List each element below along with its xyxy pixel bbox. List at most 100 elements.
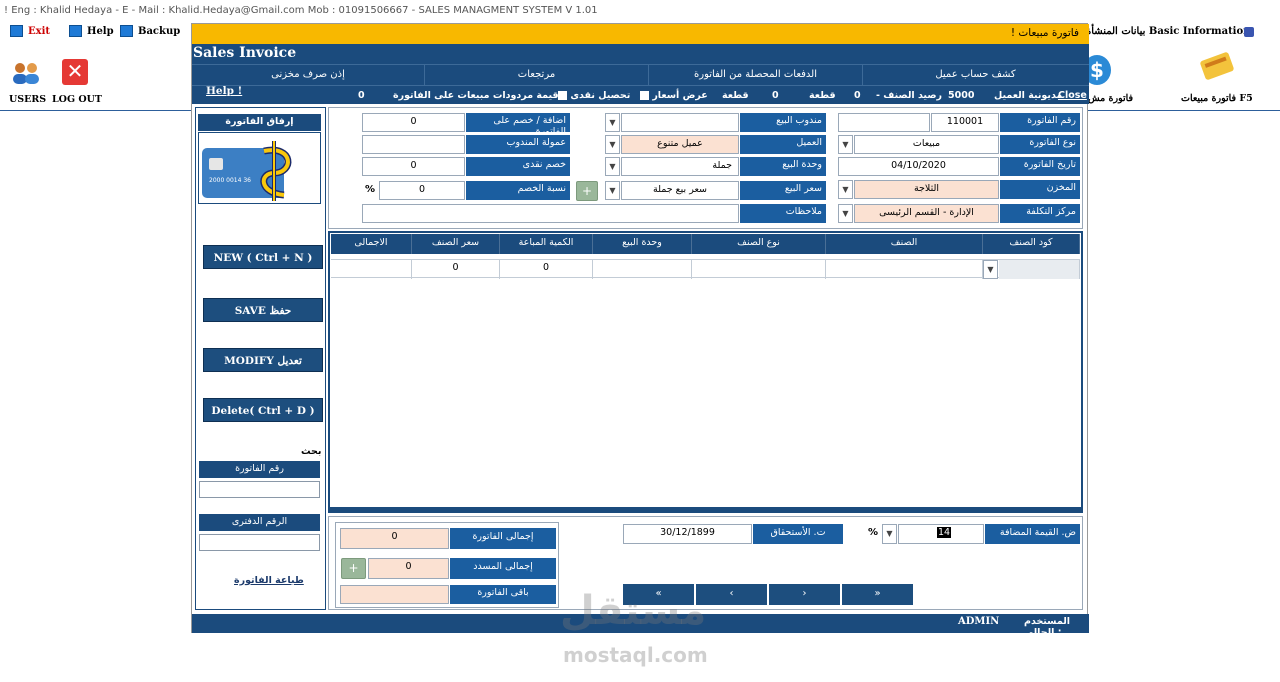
sale-price-label: سعر البيع bbox=[740, 181, 826, 200]
vat-value: 14 bbox=[937, 527, 952, 538]
close-link[interactable]: Close bbox=[1058, 90, 1087, 101]
cash-discount-label: خصم نقدى bbox=[466, 157, 570, 176]
paid-value[interactable]: 0 bbox=[368, 558, 449, 579]
returns-value: 0 bbox=[358, 90, 365, 101]
add-discount-input[interactable]: 0 bbox=[362, 113, 465, 132]
cell-total[interactable] bbox=[331, 260, 412, 279]
table-row[interactable]: ▼ 0 0 bbox=[331, 259, 1080, 279]
menu-backup[interactable]: Backup bbox=[120, 25, 180, 37]
rep-commission-input[interactable] bbox=[362, 135, 465, 154]
price-view-check[interactable]: عرض أسعار bbox=[640, 90, 708, 101]
search-invoice-label: رقم الفاتورة bbox=[199, 461, 320, 478]
cell-item-type[interactable] bbox=[692, 260, 826, 279]
customer-label: العميل bbox=[740, 135, 826, 154]
tab-customer-statement[interactable]: كشف حساب عميل bbox=[862, 65, 1088, 86]
users-icon[interactable] bbox=[10, 60, 42, 86]
customer-select[interactable]: عميل متنوع bbox=[621, 135, 739, 154]
nav-prev-button[interactable]: ‹ bbox=[696, 584, 767, 605]
sale-price-select[interactable]: سعر بيع جملة bbox=[621, 181, 739, 200]
chevron-down-icon[interactable]: ▼ bbox=[605, 113, 620, 132]
invoice-no-input[interactable]: 110001 bbox=[931, 113, 999, 132]
menu-help[interactable]: Help bbox=[69, 25, 114, 37]
col-total: الاجمالى bbox=[331, 234, 412, 254]
col-item-type: نوع الصنف bbox=[692, 234, 826, 254]
col-sale-unit: وحدة البيع bbox=[593, 234, 692, 254]
window-icon bbox=[10, 25, 23, 37]
cell-qty[interactable]: 0 bbox=[500, 260, 593, 279]
chevron-down-icon[interactable]: ▼ bbox=[882, 524, 897, 544]
sales-rep-select[interactable] bbox=[621, 113, 739, 132]
card-image[interactable]: 2000 0014 36 bbox=[198, 132, 321, 204]
unit-label-1: قطعة bbox=[809, 90, 836, 101]
cell-item-code[interactable] bbox=[999, 260, 1080, 279]
due-date-label: ت. الأستحقاق bbox=[753, 524, 843, 544]
menu-company-info[interactable]: بيانات المنشأة Basic Information bbox=[1086, 26, 1250, 37]
sales-invoice-icon[interactable] bbox=[1198, 50, 1236, 82]
save-button[interactable]: SAVE حفظ bbox=[203, 298, 323, 322]
vat-input[interactable]: 14 bbox=[898, 524, 984, 544]
nav-next-button[interactable]: › bbox=[769, 584, 840, 605]
help-link[interactable]: Help ! bbox=[206, 85, 242, 97]
col-item-code: كود الصنف bbox=[983, 234, 1080, 254]
chevron-down-icon[interactable]: ▼ bbox=[838, 204, 853, 223]
invoice-type-label: نوع الفاتورة bbox=[1000, 135, 1080, 154]
invoice-type-select[interactable]: مبيعات bbox=[854, 135, 999, 154]
invoice-form: رقم الفاتورة 110001 نوع الفاتورة مبيعات … bbox=[328, 107, 1083, 229]
chevron-down-icon[interactable]: ▼ bbox=[838, 180, 853, 199]
chevron-down-icon[interactable]: ▼ bbox=[605, 157, 620, 176]
notes-input[interactable] bbox=[362, 204, 739, 223]
tab-payments[interactable]: الدفعات المحصلة من الفاتورة bbox=[648, 65, 862, 86]
chevron-down-icon[interactable]: ▼ bbox=[605, 181, 620, 200]
col-price: سعر الصنف bbox=[412, 234, 500, 254]
item-balance-label: - رصيد الصنف bbox=[876, 90, 942, 101]
totals-box: إجمالى الفاتورة 0 إجمالى المسدد 0 + باقى… bbox=[335, 522, 559, 608]
chevron-down-icon[interactable]: ▼ bbox=[838, 135, 853, 154]
watermark-en: mostaql.com bbox=[563, 643, 708, 667]
vat-pct-sign: % bbox=[868, 527, 879, 538]
add-price-button[interactable]: + bbox=[576, 181, 598, 201]
checkbox[interactable] bbox=[640, 91, 649, 100]
store-select[interactable]: الثلاجة bbox=[854, 180, 999, 199]
discount-pct-label: نسبة الخصم bbox=[466, 181, 570, 200]
current-user-label: المستخدم الحالى : bbox=[1024, 616, 1071, 638]
delete-button[interactable]: Delete( Ctrl + D ) bbox=[203, 398, 323, 422]
due-date-input[interactable]: 30/12/1899 bbox=[623, 524, 752, 544]
discount-pct-input[interactable]: 0 bbox=[379, 181, 465, 200]
cell-price[interactable]: 0 bbox=[412, 260, 500, 279]
sale-unit-select[interactable]: جملة bbox=[621, 157, 739, 176]
cell-sale-unit[interactable] bbox=[593, 260, 692, 279]
current-user-value: ADMIN bbox=[958, 616, 1000, 627]
search-book-input[interactable] bbox=[199, 534, 320, 551]
cell-item[interactable] bbox=[826, 260, 983, 279]
total-value: 0 bbox=[340, 528, 449, 549]
search-invoice-input[interactable] bbox=[199, 481, 320, 498]
new-button[interactable]: NEW ( Ctrl + N ) bbox=[203, 245, 323, 269]
total-label: إجمالى الفاتورة bbox=[450, 528, 556, 549]
chevron-down-icon[interactable]: ▼ bbox=[605, 135, 620, 154]
app-title: ! Eng : Khalid Hedaya - E - Mail : Khali… bbox=[4, 5, 598, 16]
remaining-value bbox=[340, 585, 449, 604]
tab-returns[interactable]: مرتجعات bbox=[424, 65, 648, 86]
invoice-no-aux[interactable] bbox=[838, 113, 930, 132]
window-icon bbox=[69, 25, 82, 37]
cash-discount-input[interactable]: 0 bbox=[362, 157, 465, 176]
cost-center-select[interactable]: الإدارة - القسم الرئيسى bbox=[854, 204, 999, 223]
nav-last-button[interactable]: » bbox=[842, 584, 913, 605]
print-invoice-link[interactable]: طباعة الفاتورة bbox=[234, 575, 304, 586]
logout-label: LOG OUT bbox=[52, 94, 103, 105]
window-heading: Sales Invoice bbox=[193, 45, 297, 61]
cash-collect-check[interactable]: تحصيل نقدى bbox=[558, 90, 630, 101]
checkbox[interactable] bbox=[558, 91, 567, 100]
add-payment-button[interactable]: + bbox=[341, 558, 366, 579]
menu-exit[interactable]: Exit bbox=[10, 25, 50, 37]
invoice-date-input[interactable]: 04/10/2020 bbox=[838, 157, 999, 176]
tab-store-dispatch[interactable]: إذن صرف مخزنى bbox=[192, 65, 424, 86]
chevron-down-icon[interactable]: ▼ bbox=[983, 260, 998, 279]
users-label: USERS bbox=[9, 94, 47, 105]
col-qty: الكمية المباعة bbox=[500, 234, 593, 254]
cost-center-label: مركز التكلفة bbox=[1000, 204, 1080, 223]
search-label: بحث bbox=[301, 446, 322, 457]
item-balance-value: 0 bbox=[854, 90, 861, 101]
logout-icon[interactable]: ✕ bbox=[62, 59, 88, 85]
modify-button[interactable]: MODIFY تعديل bbox=[203, 348, 323, 372]
